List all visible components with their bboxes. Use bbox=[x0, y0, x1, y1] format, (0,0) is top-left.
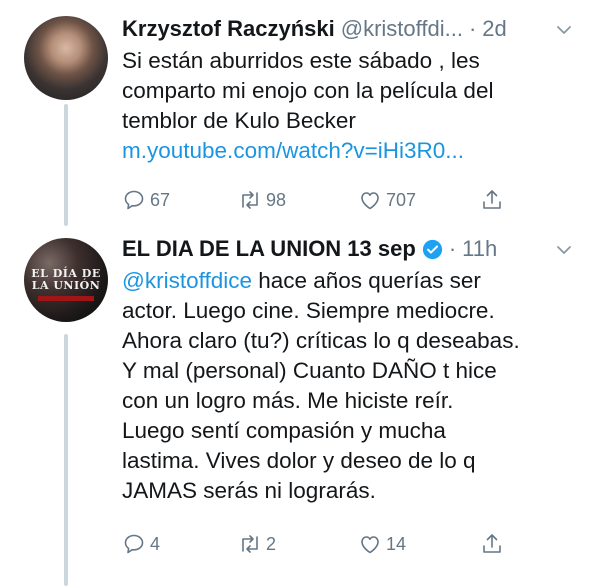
share-button[interactable] bbox=[480, 186, 504, 214]
tweet-text-line: actor. Luego cine. Siempre mediocre. bbox=[122, 298, 495, 323]
retweet-count: 98 bbox=[266, 189, 287, 210]
tweet-text: @kristoffdice hace años querías ser acto… bbox=[122, 266, 582, 506]
reply-count: 4 bbox=[150, 533, 161, 554]
tweet-text-line: Luego sentí compasión y mucha bbox=[122, 418, 446, 443]
poster-logo-text: EL DÍA DE LA UNIÓN bbox=[31, 267, 101, 292]
author-handle[interactable]: @kristoffdi... bbox=[341, 16, 463, 42]
retweet-button[interactable]: 98 bbox=[238, 186, 286, 214]
tweet-text-line: JAMAS serás ni lograrás. bbox=[122, 478, 376, 503]
share-button[interactable] bbox=[480, 530, 504, 558]
verified-badge-icon bbox=[422, 239, 442, 259]
tweet-actions: 4 2 14 bbox=[122, 530, 560, 558]
tweet-text: Si están aburridos este sábado , les com… bbox=[122, 46, 582, 166]
tweet-link[interactable]: m.youtube.com/watch?v=iHi3R0... bbox=[122, 136, 582, 166]
tweet-text-line: lastima. Vives dolor y deseo de lo q bbox=[122, 448, 476, 473]
author-name[interactable]: Krzysztof Raczyński bbox=[122, 16, 335, 42]
tweet[interactable]: EL DÍA DE LA UNIÓN EL DIA DE LA UNION 13… bbox=[0, 226, 600, 586]
tweet-text-line: Y mal (personal) Cuanto DAÑO t hice bbox=[122, 358, 497, 383]
chevron-down-icon[interactable] bbox=[556, 22, 572, 38]
reply-count: 67 bbox=[150, 189, 171, 210]
tweet-text-line: comparto mi enojo con la película del bbox=[122, 78, 494, 103]
retweet-count: 2 bbox=[266, 533, 277, 554]
tweet-header: EL DIA DE LA UNION 13 sep · 11h bbox=[122, 232, 580, 266]
tweet-text-line: @kristoffdice hace años querías ser bbox=[122, 266, 582, 296]
reply-icon bbox=[124, 534, 144, 554]
tweet-text-fragment: hace años querías ser bbox=[251, 268, 481, 293]
tweet-thread: Krzysztof Raczyński @kristoffdi... · 2d … bbox=[0, 0, 600, 586]
timestamp[interactable]: 11h bbox=[462, 236, 497, 262]
like-button[interactable]: 707 bbox=[358, 186, 416, 214]
reply-icon bbox=[124, 190, 144, 210]
tweet-text-line: Si están aburridos este sábado , les bbox=[122, 48, 480, 73]
tweet-actions: 67 98 707 bbox=[122, 186, 560, 214]
share-icon bbox=[483, 534, 501, 553]
retweet-button[interactable]: 2 bbox=[238, 530, 276, 558]
tweet-text-line: con un logro más. Me hiciste reír. bbox=[122, 388, 454, 413]
chevron-down-icon[interactable] bbox=[556, 242, 572, 258]
share-icon bbox=[483, 190, 501, 209]
author-name[interactable]: EL DIA DE LA UNION 13 sep bbox=[122, 236, 416, 262]
poster-accent bbox=[38, 296, 94, 301]
heart-icon bbox=[361, 192, 379, 210]
mention-link[interactable]: @kristoffdice bbox=[122, 268, 252, 293]
separator-dot: · bbox=[448, 236, 457, 261]
like-count: 14 bbox=[386, 533, 407, 554]
reply-button[interactable]: 67 bbox=[122, 186, 170, 214]
separator-dot: · bbox=[468, 16, 477, 41]
reply-button[interactable]: 4 bbox=[122, 530, 160, 558]
tweet-header: Krzysztof Raczyński @kristoffdi... · 2d bbox=[122, 12, 580, 46]
like-count: 707 bbox=[386, 189, 417, 210]
retweet-icon bbox=[242, 191, 258, 209]
retweet-icon bbox=[242, 535, 258, 553]
tweet-text-line: Ahora claro (tu?) críticas lo q deseabas… bbox=[122, 328, 520, 353]
heart-icon bbox=[361, 536, 379, 554]
timestamp[interactable]: 2d bbox=[482, 16, 506, 42]
like-button[interactable]: 14 bbox=[358, 530, 406, 558]
avatar[interactable] bbox=[24, 16, 108, 100]
avatar[interactable]: EL DÍA DE LA UNIÓN bbox=[24, 238, 108, 322]
tweet-text-line: temblor de Kulo Becker bbox=[122, 108, 356, 133]
tweet[interactable]: Krzysztof Raczyński @kristoffdi... · 2d … bbox=[0, 0, 600, 226]
